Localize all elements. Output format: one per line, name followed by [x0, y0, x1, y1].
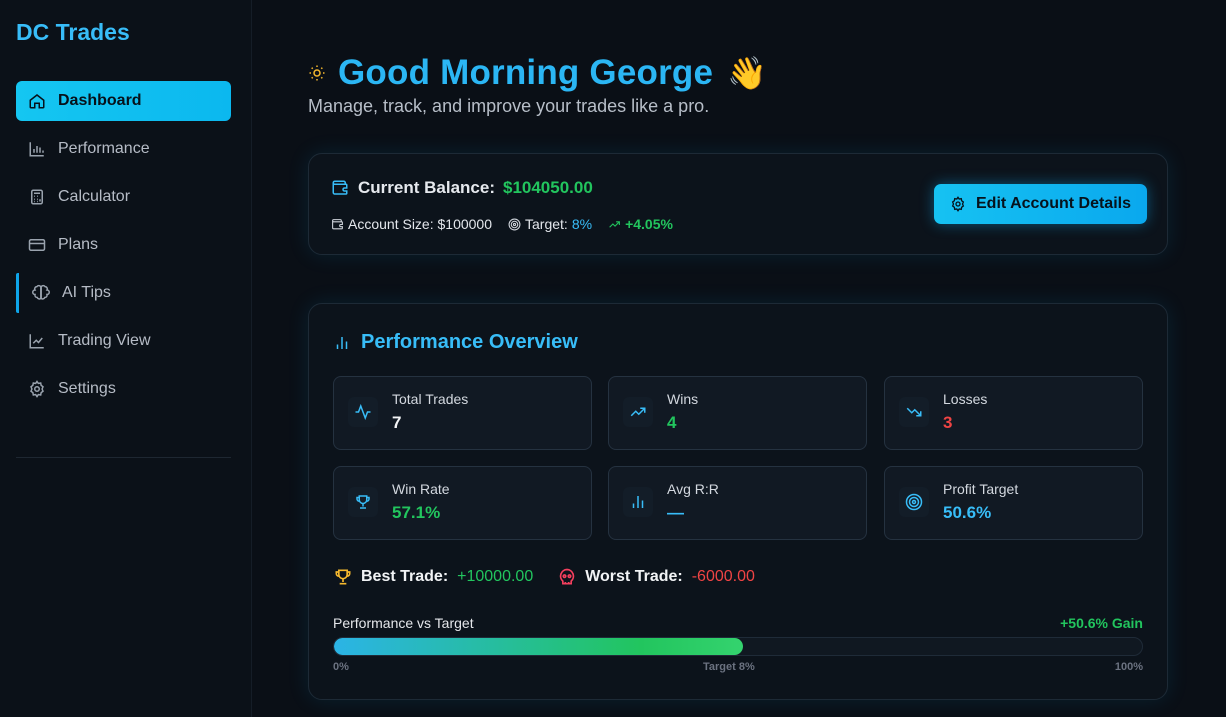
skull-icon: [557, 567, 577, 587]
trending-down-icon: [899, 397, 929, 427]
progress-bar-fill: [334, 638, 743, 655]
sidebar-divider: [16, 457, 231, 458]
brain-icon: [32, 284, 50, 302]
performance-overview-card: Performance Overview Total Trades 7 Wins…: [308, 303, 1168, 700]
gear-icon: [950, 196, 966, 212]
credit-card-icon: [28, 236, 46, 254]
sidebar-item-trading-view[interactable]: Trading View: [16, 321, 231, 361]
sidebar-item-plans[interactable]: Plans: [16, 225, 231, 265]
edit-account-details-label: Edit Account Details: [976, 195, 1131, 212]
balance-value: $104050.00: [502, 178, 593, 197]
best-trade-label: Best Trade:: [361, 568, 449, 585]
stat-value: 7: [392, 413, 402, 432]
stat-profit-target: Profit Target 50.6%: [884, 466, 1143, 540]
target-icon: [508, 218, 521, 231]
stat-label: Avg R:R: [667, 481, 719, 497]
trophy-icon: [348, 487, 378, 517]
current-balance-row: Current Balance: $104050.00: [331, 178, 593, 198]
sidebar-item-label: AI Tips: [62, 284, 111, 301]
account-size-value: $100000: [437, 216, 493, 232]
balance-card: Current Balance: $104050.00 Account Size…: [308, 153, 1168, 255]
stat-win-rate: Win Rate 57.1%: [333, 466, 592, 540]
sidebar-item-ai-tips[interactable]: AI Tips: [16, 273, 231, 313]
sidebar-item-label: Plans: [58, 236, 99, 253]
sidebar-item-label: Calculator: [58, 188, 131, 205]
balance-change-value: +4.05%: [625, 216, 673, 232]
trophy-icon: [333, 567, 353, 587]
stat-label: Profit Target: [943, 481, 1019, 497]
wallet-icon: [331, 179, 349, 197]
best-worst-trade-row: Best Trade: +10000.00 Worst Trade: -6000…: [333, 567, 755, 587]
stat-label: Total Trades: [392, 391, 469, 407]
wallet-icon: [331, 218, 344, 231]
greeting-header: Good Morning George 👋: [308, 53, 767, 93]
target-icon: [899, 487, 929, 517]
stat-losses: Losses 3: [884, 376, 1143, 450]
sidebar-nav: Dashboard Performance Calculator Plans A…: [16, 81, 231, 417]
progress-tick-end: 100%: [1114, 661, 1143, 673]
stat-label: Win Rate: [392, 481, 450, 497]
waving-hand-icon: 👋: [727, 55, 768, 91]
performance-title-text: Performance Overview: [361, 331, 578, 353]
target-label: Target:: [525, 216, 568, 232]
sidebar-item-label: Performance: [58, 140, 150, 157]
stat-value: 3: [943, 413, 953, 432]
target-value: 8%: [571, 216, 593, 232]
sidebar-item-label: Dashboard: [58, 92, 142, 109]
bar-chart-icon: [333, 334, 351, 352]
calculator-icon: [28, 188, 46, 206]
balance-change: +4.05%: [608, 216, 673, 232]
stat-label: Wins: [667, 391, 699, 407]
line-chart-icon: [28, 332, 46, 350]
sidebar-item-calculator[interactable]: Calculator: [16, 177, 231, 217]
stat-value: 57.1%: [392, 503, 441, 522]
brand-logo[interactable]: DC Trades: [16, 19, 130, 46]
best-trade-value: +10000.00: [457, 568, 534, 585]
sidebar-item-label: Settings: [58, 380, 116, 397]
sidebar-item-settings[interactable]: Settings: [16, 369, 231, 409]
account-size: Account Size: $100000: [331, 216, 492, 232]
trending-up-icon: [608, 218, 621, 231]
stat-value: 4: [667, 413, 677, 432]
worst-trade-label: Worst Trade:: [585, 568, 683, 585]
progress-gain: +50.6% Gain: [1060, 615, 1143, 631]
stat-label: Losses: [943, 391, 988, 407]
stat-wins: Wins 4: [608, 376, 867, 450]
home-icon: [28, 92, 46, 110]
stat-value: —: [667, 503, 684, 522]
stat-avg-rr: Avg R:R —: [608, 466, 867, 540]
sidebar-item-dashboard[interactable]: Dashboard: [16, 81, 231, 121]
gear-icon: [28, 380, 46, 398]
target: Target: 8%: [508, 216, 592, 232]
progress-tick-target: Target 8%: [703, 661, 755, 673]
sidebar: DC Trades Dashboard Performance Calculat…: [0, 0, 252, 717]
page-subtitle: Manage, track, and improve your trades l…: [308, 96, 710, 116]
sidebar-item-label: Trading View: [58, 332, 151, 349]
stat-total-trades: Total Trades 7: [333, 376, 592, 450]
activity-icon: [348, 397, 378, 427]
stat-value: 50.6%: [943, 503, 992, 522]
balance-label: Current Balance:: [358, 178, 495, 197]
bar-chart-icon: [623, 487, 653, 517]
worst-trade-value: -6000.00: [691, 568, 755, 585]
performance-title: Performance Overview: [333, 331, 578, 354]
bar-chart-icon: [28, 140, 46, 158]
sidebar-item-performance[interactable]: Performance: [16, 129, 231, 169]
account-meta-row: Account Size: $100000 Target: 8% +4.05%: [331, 216, 689, 232]
edit-account-details-button[interactable]: Edit Account Details: [934, 184, 1147, 224]
account-size-label: Account Size:: [348, 216, 434, 232]
progress-bar-track: [333, 637, 1143, 656]
page-title: Good Morning George: [338, 53, 714, 92]
trending-up-icon: [623, 397, 653, 427]
sun-icon: [308, 64, 326, 82]
progress-label: Performance vs Target: [333, 615, 474, 631]
progress-tick-start: 0%: [333, 661, 349, 673]
